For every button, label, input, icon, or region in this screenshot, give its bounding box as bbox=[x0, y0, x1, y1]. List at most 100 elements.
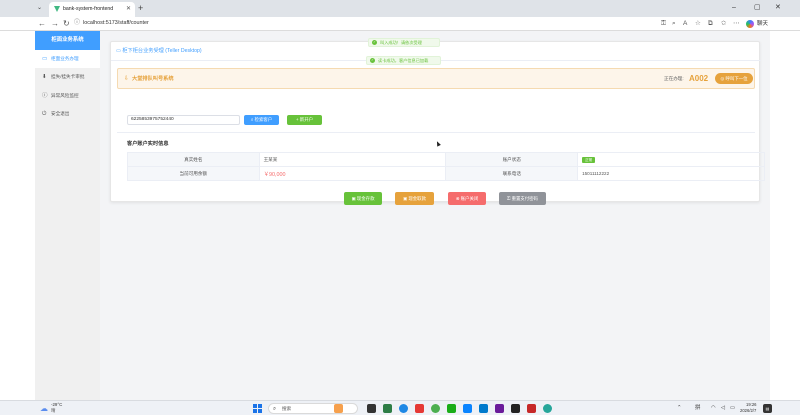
weather-condition: 晴 bbox=[51, 408, 56, 413]
favorites-icon[interactable]: ✩ bbox=[721, 19, 726, 29]
table-row: 真实姓名 王某某 账户状态 正常 bbox=[127, 152, 765, 167]
success-toast: ✓ 读卡成功，客户信息已加载 bbox=[366, 56, 441, 65]
user-card-icon: ⬇ bbox=[42, 74, 47, 80]
chat-label: 聊天 bbox=[757, 21, 769, 27]
ime-indicator[interactable]: 拼 bbox=[695, 404, 700, 413]
cash-withdraw-label: 现金取款 bbox=[408, 196, 426, 201]
search-highlight-icon[interactable] bbox=[334, 404, 343, 413]
sidebar-item-risk[interactable]: ⓘ 异常风险监控 bbox=[35, 87, 100, 105]
check-circle-icon: ✓ bbox=[372, 40, 377, 46]
wifi-icon[interactable]: ◠ bbox=[711, 404, 716, 413]
queue-current-number: A002 bbox=[689, 74, 709, 83]
notification-icon[interactable]: ▤ bbox=[763, 404, 772, 413]
edge-browser-icon[interactable] bbox=[399, 404, 408, 413]
taskbar-search[interactable]: ⌕ 搜索 bbox=[268, 403, 358, 414]
browser-tab-bar: ⌄ bank-system-frontend ✕ + – ▢ ✕ bbox=[0, 0, 800, 17]
real-name-value: 王某某 bbox=[258, 152, 447, 167]
clock-time[interactable]: 19:26 bbox=[746, 402, 756, 407]
check-circle-icon: ✓ bbox=[370, 58, 375, 64]
forward-icon[interactable]: → bbox=[51, 19, 59, 29]
key-icon[interactable]: ⚿ bbox=[661, 19, 666, 29]
extensions-icon[interactable]: ⧉ bbox=[708, 19, 713, 29]
search-customer-label: 检索客户 bbox=[254, 117, 273, 122]
clock-date[interactable]: 2026/2/7 bbox=[740, 408, 756, 413]
cash-deposit-label: 现金存款 bbox=[356, 196, 375, 201]
volume-icon[interactable]: ◁ bbox=[721, 404, 725, 413]
account-status-cell: 正常 bbox=[577, 152, 765, 167]
reset-password-label: 重置支付密码 bbox=[511, 196, 538, 201]
new-tab-icon[interactable]: + bbox=[138, 3, 143, 13]
balance-label: 当前可用余额 bbox=[127, 166, 260, 181]
app-icon[interactable] bbox=[543, 404, 552, 413]
sidebar-item-approval[interactable]: ⬇ 挂失/挂失卡审批 bbox=[35, 68, 100, 86]
minimize-icon[interactable]: – bbox=[732, 3, 736, 13]
sidebar-title: 柜面业务系统 bbox=[51, 37, 84, 43]
monitor-icon: ▭ bbox=[42, 56, 48, 62]
maximize-icon[interactable]: ▢ bbox=[754, 3, 761, 13]
copilot-chat-button[interactable]: 聊天 bbox=[746, 19, 770, 29]
sidebar-item-label: 挂失/挂失卡审批 bbox=[51, 74, 85, 79]
close-account-button[interactable]: ⊗ 账户关闭 bbox=[448, 192, 486, 205]
app-icon[interactable] bbox=[383, 404, 392, 413]
open-account-button[interactable]: + 新开户 bbox=[287, 115, 322, 125]
more-menu-icon[interactable]: ⋯ bbox=[733, 19, 740, 29]
search-icon: ⌕ bbox=[273, 406, 277, 412]
read-aloud-icon[interactable]: A bbox=[683, 19, 687, 29]
search-customer-button[interactable]: ⌕ 检索客户 bbox=[244, 115, 279, 125]
page-info-icon[interactable]: ⓘ bbox=[74, 19, 80, 28]
call-next-button[interactable]: ◎ 呼叫下一位 bbox=[715, 73, 753, 84]
app-icon[interactable] bbox=[527, 404, 536, 413]
wechat-icon[interactable] bbox=[447, 404, 456, 413]
chrome-icon[interactable] bbox=[431, 404, 440, 413]
taskbar: ☁ -29°C 晴 ⌕ 搜索 ⌃ 拼 ◠ ◁ ▭ 19:26 2026/2/7 … bbox=[0, 400, 800, 415]
logout-icon: ⏻ bbox=[42, 111, 47, 117]
task-view-icon[interactable] bbox=[367, 404, 376, 413]
app-icon[interactable] bbox=[463, 404, 472, 413]
sidebar-item-label: 安全退出 bbox=[51, 111, 70, 116]
terminal-icon[interactable] bbox=[511, 404, 520, 413]
browser-tab[interactable]: bank-system-frontend ✕ bbox=[49, 2, 135, 17]
refresh-icon[interactable]: ↻ bbox=[63, 19, 70, 29]
call-next-label: 呼叫下一位 bbox=[725, 76, 748, 81]
zoom-icon[interactable]: ⌕ bbox=[672, 19, 676, 29]
balance-value: ￥90,000 bbox=[258, 166, 447, 181]
open-account-label: 新开户 bbox=[299, 117, 313, 122]
url-text: localhost:5173/staff/counter bbox=[83, 20, 149, 26]
copilot-logo-icon bbox=[746, 20, 754, 28]
success-toast: ✓ 叫入成功！请依次受理 bbox=[368, 38, 440, 47]
tab-list-chevron-icon[interactable]: ⌄ bbox=[35, 4, 44, 13]
tab-close-icon[interactable]: ✕ bbox=[126, 5, 131, 13]
sidebar-item-label: 柜面业务办理 bbox=[51, 56, 79, 61]
phone-label: 联系电话 bbox=[445, 166, 579, 181]
taskbar-search-placeholder: 搜索 bbox=[282, 406, 292, 411]
close-window-icon[interactable]: ✕ bbox=[775, 3, 781, 13]
weather-temperature: -29°C bbox=[51, 402, 63, 407]
sidebar-header: 柜面业务系统 bbox=[35, 31, 100, 50]
close-account-label: 账户关闭 bbox=[460, 196, 479, 201]
url-field[interactable]: ⓘ localhost:5173/staff/counter bbox=[74, 18, 650, 29]
back-icon[interactable]: ← bbox=[38, 19, 46, 29]
queue-title: 大堂排队叫号系统 bbox=[132, 76, 174, 82]
sidebar-item-counter[interactable]: ▭ 柜面业务办理 bbox=[35, 50, 100, 68]
reset-password-button[interactable]: ⚿ 重置支付密码 bbox=[499, 192, 546, 205]
weather-cloud-icon[interactable]: ☁ bbox=[40, 404, 48, 413]
windows-start-icon[interactable] bbox=[253, 404, 262, 413]
alert-circle-icon: ⓘ bbox=[42, 93, 48, 99]
section-divider bbox=[117, 132, 755, 133]
app-icon[interactable] bbox=[415, 404, 424, 413]
customer-info-table: 真实姓名 王某某 账户状态 正常 当前可用余额 ￥90,000 联系电话 150… bbox=[127, 152, 765, 181]
favorite-star-icon[interactable]: ☆ bbox=[695, 19, 701, 29]
tray-chevron-icon[interactable]: ⌃ bbox=[677, 404, 682, 413]
cash-withdraw-button[interactable]: ▣ 现金取款 bbox=[395, 192, 434, 205]
account-number-input[interactable]: 6225853975752440 bbox=[127, 115, 240, 125]
sidebar-item-logout[interactable]: ⏻ 安全退出 bbox=[35, 105, 100, 123]
battery-icon[interactable]: ▭ bbox=[730, 404, 735, 413]
app-icon[interactable] bbox=[495, 404, 504, 413]
card-title: 柜下柜台业务受理 (Teller Desktop) bbox=[122, 48, 202, 54]
main-content: ▭ 柜下柜台业务受理 (Teller Desktop) ⇩ 大堂排队叫号系统 正… bbox=[100, 31, 770, 400]
account-status-label: 账户状态 bbox=[445, 152, 579, 167]
vscode-icon[interactable] bbox=[479, 404, 488, 413]
teller-card: ▭ 柜下柜台业务受理 (Teller Desktop) ⇩ 大堂排队叫号系统 正… bbox=[110, 41, 765, 205]
bell-icon: ⇩ bbox=[124, 76, 130, 82]
cash-deposit-button[interactable]: ▣ 现金存款 bbox=[344, 192, 382, 205]
